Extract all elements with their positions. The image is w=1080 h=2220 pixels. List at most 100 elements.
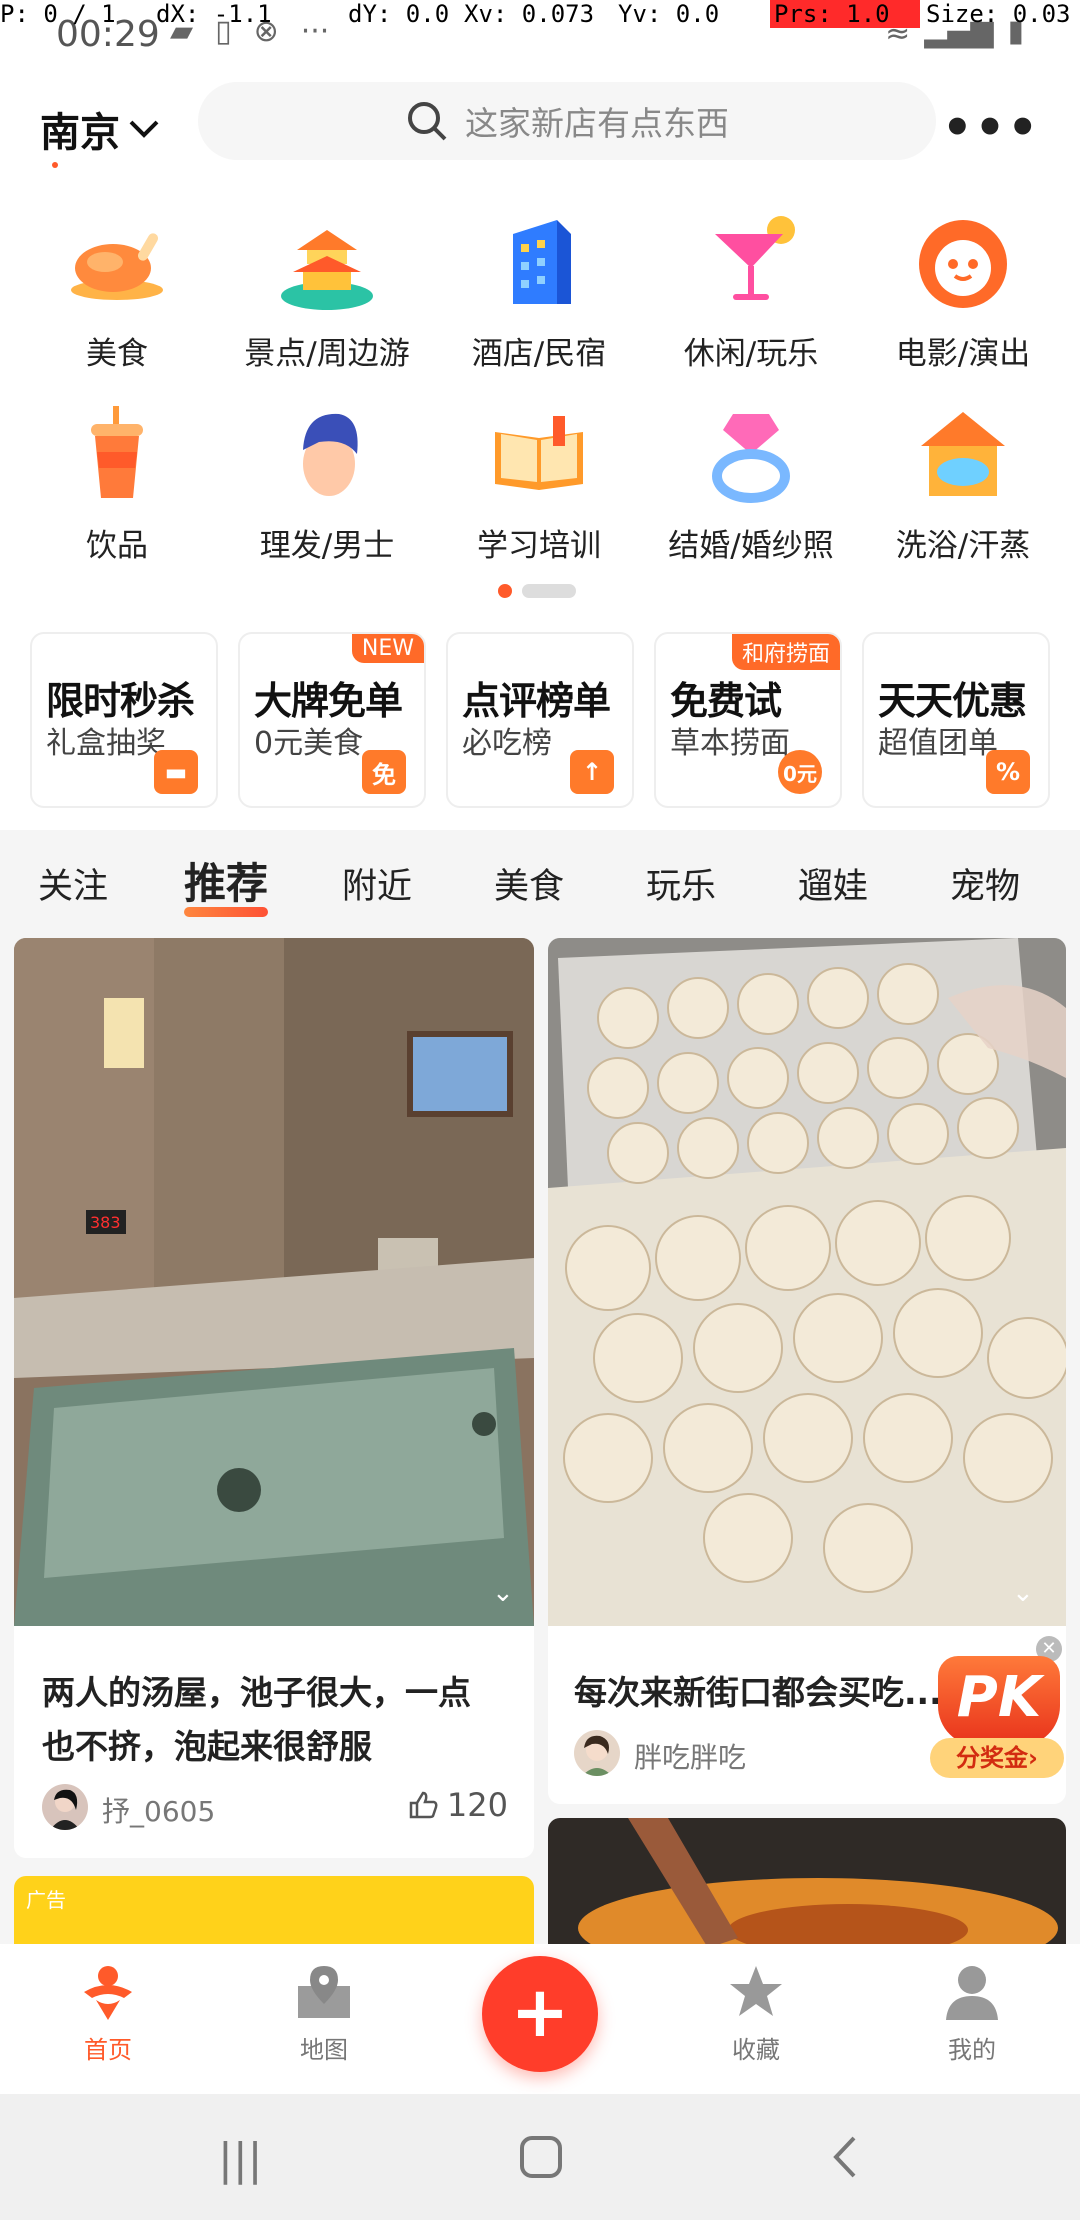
tab-pets[interactable]: 宠物 [950,858,1020,909]
post-title-line1: 两人的汤屋，池子很大，一点 [42,1673,471,1712]
active-tab-underline [184,907,269,917]
bonus-label: 分奖金› [930,1738,1064,1778]
category-attractions[interactable]: 景点/周边游 [222,210,432,380]
create-post-button[interactable]: + [482,1956,598,2072]
pk-badge: PK [938,1656,1060,1746]
category-label: 美食 [86,336,148,372]
like-count: 120 [446,1786,508,1824]
system-navigation-bar: ||| [0,2094,1080,2220]
roast-chicken-icon [65,210,169,314]
category-movies[interactable]: 电影/演出 [858,210,1068,380]
category-education[interactable]: 学习培训 [434,402,644,572]
thermostat-readout: 383 [90,1213,121,1232]
tab-follow[interactable]: 关注 [38,858,108,909]
nav-profile[interactable]: 我的 [912,1962,1032,2065]
category-barber[interactable]: 理发/男士 [222,402,432,572]
promo-title: 大牌免单 [254,679,403,723]
location-dot [52,162,58,168]
promo-free-trial[interactable]: 和府捞面 免费试 草本捞面 0元 [654,632,842,808]
category-label: 酒店/民宿 [471,336,607,372]
category-wedding[interactable]: 结婚/婚纱照 [646,402,856,572]
recent-apps-icon[interactable]: ||| [218,2134,262,2185]
page-dot-active [498,584,512,598]
category-hotel[interactable]: 酒店/民宿 [434,210,644,380]
free-tag-icon: 免 [362,750,406,794]
tab-recommend[interactable]: 推荐 [184,850,269,917]
category-leisure[interactable]: 休闲/玩乐 [646,210,856,380]
debug-dy: dY: 0.0 [348,0,450,28]
search-bar[interactable]: 这家新店有点东西 [198,82,936,160]
debug-xv: Xv: 0.073 [464,0,595,28]
nav-label: 首页 [84,2036,132,2064]
category-label: 饮品 [86,528,148,564]
hotel-building-icon [487,210,591,314]
cat-mascot-icon [911,210,1015,314]
promo-flash-sale[interactable]: 限时秒杀 礼盒抽奖 ▬ [30,632,218,808]
category-label: 休闲/玩乐 [683,336,819,372]
debug-yv: Yv: 0.0 [618,0,720,28]
post-title: 每次来新街口都会买吃... [574,1673,942,1712]
tab-kids[interactable]: 遛娃 [798,858,868,909]
arrow-up-icon: ↑ [570,750,614,794]
pk-bonus-widget[interactable]: ✕ PK 分奖金› [930,1636,1068,1780]
tab-nearby[interactable]: 附近 [342,858,412,909]
category-label: 学习培训 [477,528,601,564]
nav-favorites[interactable]: 收藏 [696,1962,816,2065]
promo-subtitle: 必吃榜 [462,726,552,761]
home-icon[interactable] [518,2134,564,2191]
author-name[interactable]: 抒_0605 [102,1790,215,1830]
zero-yuan-icon: 0元 [778,750,822,794]
feed-card-next[interactable] [548,1818,1066,1948]
more-icon[interactable]: ••• [942,100,1040,156]
feed-card-left[interactable]: 383 ⌄ 两人的汤屋，池子很大，一点 也不挤，泡起来很舒服 抒_0605 12… [14,938,534,1858]
promo-subtitle: 0元美食 [254,726,364,761]
thumbs-up-icon [409,1791,438,1819]
promo-title: 限时秒杀 [46,679,195,723]
category-label: 电影/演出 [895,336,1031,372]
chevron-down-icon[interactable]: ⌄ [1012,1578,1034,1608]
back-icon[interactable] [830,2134,860,2191]
category-grid: 美食 景点/周边游 酒店/民宿 休闲/玩乐 电影/演出 饮品 理发/男士 学习培… [0,190,1080,630]
category-food[interactable]: 美食 [12,210,222,380]
promo-title: 天天优惠 [878,679,1027,723]
category-drinks[interactable]: 饮品 [12,402,222,572]
ad-label: 广告 [26,1888,66,1912]
star-icon [730,1966,782,2016]
promo-ranking[interactable]: 点评榜单 必吃榜 ↑ [446,632,634,808]
nav-map[interactable]: 地图 [264,1962,384,2065]
category-bath[interactable]: 洗浴/汗蒸 [858,402,1068,572]
nav-label: 地图 [300,2036,348,2064]
author-name[interactable]: 胖吃胖吃 [634,1736,746,1776]
search-placeholder: 这家新店有点东西 [465,104,729,143]
chevron-down-icon [129,120,159,138]
pointer-debug-overlay: P: 0 / 1 dX: -1.1 dY: 0.0 Xv: 0.073 Yv: … [0,0,1080,32]
red-envelope-icon: ▬ [154,750,198,794]
drink-cup-icon [65,402,169,506]
city-name: 南京 [40,110,120,156]
promo-title: 点评榜单 [462,679,611,723]
promo-free-order[interactable]: NEW 大牌免单 0元美食 免 [238,632,426,808]
app-screen: 00:29 ▰ ▯ ⊗ ··· ≋ ▂▄▆ ▮ P: 0 / 1 dX: -1.… [0,0,1080,2220]
bath-pool-icon [911,402,1015,506]
like-button[interactable]: 120 [407,1786,508,1824]
tab-fun[interactable]: 玩乐 [646,858,716,909]
tab-food[interactable]: 美食 [494,858,564,909]
search-icon [408,102,447,141]
promo-daily-deals[interactable]: 天天优惠 超值团单 % [862,632,1050,808]
promo-strip: 限时秒杀 礼盒抽奖 ▬ NEW 大牌免单 0元美食 免 点评榜单 必吃榜 ↑ 和… [0,630,1080,830]
page-indicator [498,584,576,598]
category-label: 景点/周边游 [244,336,410,372]
debug-prs: Prs: 1.0 [770,0,920,28]
city-selector[interactable]: 南京 [40,100,160,168]
promo-subtitle: 草本捞面 [670,726,790,761]
avatar[interactable] [574,1730,620,1776]
dumplings-photo [548,938,1066,1626]
cocktail-icon [699,210,803,314]
promo-title: 免费试 [670,679,782,723]
debug-size: Size: 0.03 [926,0,1071,28]
nav-label: 收藏 [732,2036,780,2064]
avatar[interactable] [42,1784,88,1830]
nav-home[interactable]: 首页 [48,1962,168,2065]
bottom-navigation: 首页 地图 + 收藏 我的 [0,1944,1080,2094]
chevron-down-icon[interactable]: ⌄ [492,1578,514,1608]
